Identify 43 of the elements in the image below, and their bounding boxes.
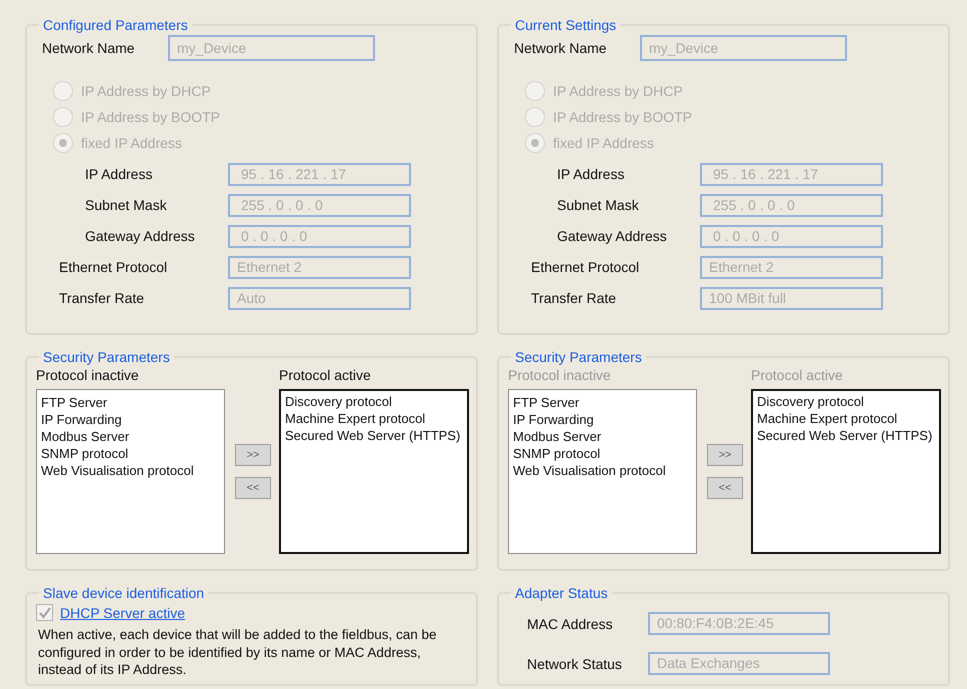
- field-label: Subnet Mask: [84, 197, 168, 213]
- radio-label: fixed IP Address: [81, 135, 182, 151]
- field-label: Gateway Address: [84, 228, 196, 244]
- field-label: Network Name: [42, 40, 136, 56]
- group-title: Security Parameters: [42, 349, 171, 365]
- field-label: IP Address: [556, 166, 626, 182]
- list-item[interactable]: SNMP protocol: [41, 445, 220, 462]
- radio-label: IP Address by DHCP: [81, 83, 211, 99]
- field-label: Ethernet Protocol: [59, 259, 168, 275]
- radio-label: IP Address by BOOTP: [553, 109, 692, 125]
- list-box[interactable]: FTP Server IP Forwarding Modbus Server SNMP protocol Web Visualisation protocol: [36, 389, 225, 554]
- radio-label: IP Address by DHCP: [553, 83, 683, 99]
- list-item[interactable]: IP Forwarding: [41, 411, 220, 428]
- list-item[interactable]: Discovery protocol: [285, 393, 463, 410]
- field-label: Ethernet Protocol: [531, 259, 640, 275]
- group-title: Slave device identification: [42, 585, 206, 601]
- list-label: Protocol inactive: [36, 367, 140, 385]
- group-title: Current Settings: [514, 17, 618, 33]
- group-title: Adapter Status: [514, 585, 609, 601]
- list-item[interactable]: Machine Expert protocol: [285, 410, 463, 427]
- list-item[interactable]: Web Visualisation protocol: [41, 462, 220, 479]
- field-label: IP Address: [84, 166, 154, 182]
- field-label: Transfer Rate: [59, 290, 146, 306]
- list-label: Protocol active: [279, 367, 372, 385]
- group-title: Security Parameters: [514, 349, 643, 365]
- field-label: Transfer Rate: [531, 290, 618, 306]
- field-label: Subnet Mask: [556, 197, 640, 213]
- list-label: Protocol inactive: [508, 367, 612, 385]
- list-label: Protocol active: [751, 367, 844, 385]
- group-title: Configured Parameters: [42, 17, 189, 33]
- field-label: MAC Address: [527, 616, 614, 632]
- field-label: Network Status: [527, 656, 623, 672]
- remove-button[interactable]: <<: [235, 477, 271, 499]
- list-item[interactable]: Modbus Server: [41, 428, 220, 445]
- list-item[interactable]: FTP Server: [41, 394, 220, 411]
- add-button[interactable]: >>: [235, 444, 271, 466]
- description-text: When active, each device that will be added to the fieldbus, can be configured in order to be identified by its name or MAC Address, instead of its IP Address.: [38, 626, 438, 678]
- list-item[interactable]: Secured Web Server (HTTPS): [285, 427, 463, 444]
- field-label: Gateway Address: [556, 228, 668, 244]
- field-label: Network Name: [514, 40, 608, 56]
- radio-label: fixed IP Address: [553, 135, 654, 151]
- list-box[interactable]: Discovery protocol Machine Expert protocol Secured Web Server (HTTPS): [279, 389, 469, 554]
- radio-label: IP Address by BOOTP: [81, 109, 220, 125]
